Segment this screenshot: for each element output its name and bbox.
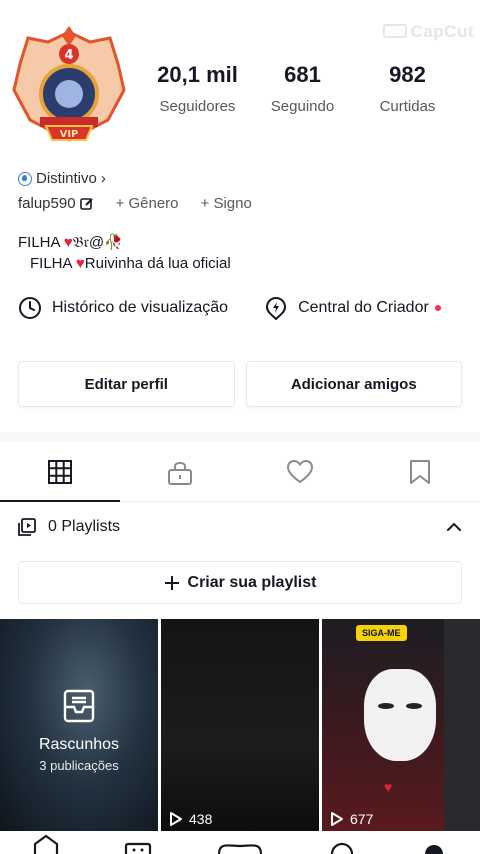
create-icon[interactable] (215, 834, 265, 854)
inbox-icon (63, 689, 95, 723)
heart-outline-icon (286, 459, 314, 483)
bio: FILHA ♥𝔅𝔯@🥀 FILHA ♥Ruivinha dá lua ofici… (18, 232, 231, 274)
drafts-count: 3 publicações (39, 758, 119, 773)
lightning-icon (266, 296, 287, 320)
svg-text:VIP: VIP (60, 129, 79, 140)
drafts-tile[interactable]: Rascunhos 3 publicações (0, 619, 158, 831)
video-tile[interactable]: SIGA-ME ♥ 677 (322, 619, 480, 831)
likes-label: Curtidas (379, 98, 436, 115)
playlist-icon (18, 518, 36, 536)
play-icon (331, 812, 343, 826)
edit-icon[interactable] (79, 197, 94, 211)
svg-text:4: 4 (64, 48, 73, 63)
video-tile[interactable]: 438 (161, 619, 319, 831)
follow-sticker: SIGA-ME (356, 625, 407, 641)
heart-icon: ♥ (384, 779, 393, 795)
avatar[interactable]: 4 VIP (10, 24, 128, 144)
capcut-watermark: CapCut (382, 22, 474, 42)
notification-dot (434, 305, 441, 311)
username-row: falup590 + Gênero + Signo (18, 195, 252, 212)
creator-center-link[interactable]: Central do Criador (264, 296, 441, 320)
profile-icon[interactable] (419, 834, 449, 854)
side-panel (444, 619, 480, 831)
profile-actions: Editar perfil Adicionar amigos (18, 361, 462, 407)
following-count: 681 (284, 62, 321, 87)
heart-icon: ♥ (63, 234, 73, 251)
friends-icon[interactable] (123, 834, 153, 854)
bio-line-2: FILHA ♥Ruivinha dá lua oficial (30, 255, 231, 272)
creator-center-label: Central do Criador (298, 299, 429, 316)
lock-icon (168, 461, 192, 485)
stat-likes[interactable]: 982 Curtidas (355, 62, 460, 115)
stat-followers[interactable]: 20,1 mil Seguidores (145, 62, 250, 115)
playlists-count: 0 Playlists (48, 518, 121, 535)
badge-icon (18, 171, 32, 186)
profile-links: Histórico de visualização Central do Cri… (18, 296, 462, 320)
drafts-title: Rascunhos (38, 736, 120, 753)
chevron-up-icon[interactable] (446, 522, 462, 532)
grid-icon (48, 459, 72, 484)
likes-count: 982 (389, 62, 426, 87)
inbox-nav-icon[interactable] (327, 834, 357, 854)
video-grid: Rascunhos 3 publicações 438 SIGA-ME ♥ 67… (0, 619, 480, 831)
capcut-icon (382, 24, 407, 38)
content-tabs (0, 442, 480, 502)
badge-label: Distintivo (36, 170, 97, 187)
play-count: 677 (330, 811, 373, 827)
play-icon (170, 812, 182, 826)
plus-icon (164, 575, 179, 590)
followers-count: 20,1 mil (157, 62, 238, 87)
create-playlist-button[interactable]: Criar sua playlist (18, 561, 462, 604)
stat-following[interactable]: 681 Seguindo (250, 62, 355, 115)
username: falup590 (18, 195, 76, 212)
profile-stats: 20,1 mil Seguidores 681 Seguindo 982 Cur… (145, 62, 460, 115)
followers-label: Seguidores (159, 98, 236, 115)
mask-figure (364, 669, 436, 761)
tab-private[interactable] (120, 442, 240, 501)
section-divider (0, 432, 480, 442)
home-icon[interactable] (31, 834, 61, 854)
bottom-navigation (0, 834, 480, 854)
playlists-header[interactable]: 0 Playlists (18, 518, 462, 536)
following-label: Seguindo (270, 98, 335, 115)
watch-history-link[interactable]: Histórico de visualização (18, 296, 228, 320)
add-sign-button[interactable]: + Signo (201, 195, 252, 212)
add-gender-button[interactable]: + Gênero (116, 195, 179, 212)
clock-icon (19, 297, 41, 319)
play-count: 438 (169, 811, 212, 827)
tab-liked[interactable] (240, 442, 360, 501)
create-playlist-label: Criar sua playlist (187, 573, 317, 591)
badge-link[interactable]: Distintivo › (18, 170, 106, 187)
tab-saved[interactable] (360, 442, 480, 501)
tab-videos[interactable] (0, 442, 120, 502)
heart-icon: ♥ (75, 255, 85, 272)
chevron-right-icon: › (100, 170, 106, 187)
edit-profile-button[interactable]: Editar perfil (18, 361, 235, 407)
drafts-overlay: Rascunhos 3 publicações (0, 689, 158, 773)
add-friends-button[interactable]: Adicionar amigos (245, 361, 462, 407)
bookmark-icon (410, 459, 430, 484)
bio-line-1: FILHA ♥𝔅𝔯@🥀 (18, 234, 123, 251)
watch-history-label: Histórico de visualização (52, 299, 229, 316)
